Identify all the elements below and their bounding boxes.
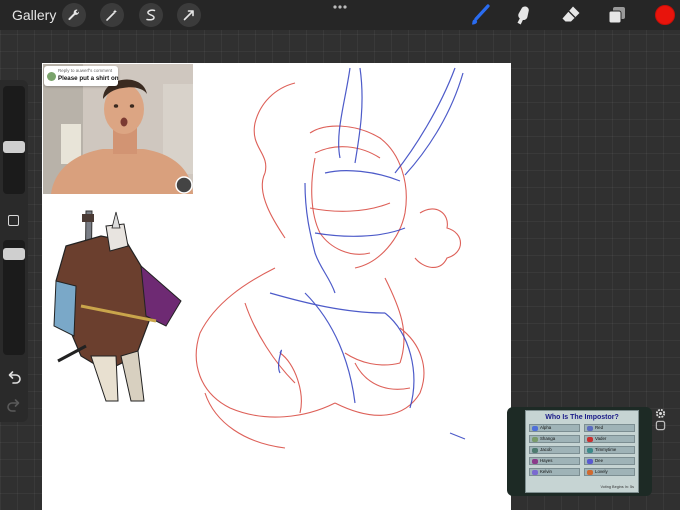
- commenter-avatar: [47, 72, 56, 81]
- opacity-thumb[interactable]: [3, 248, 25, 260]
- crewmate-icon: [532, 437, 538, 442]
- crewmate-icon: [532, 470, 538, 475]
- player-name: Jacob: [540, 447, 552, 452]
- character-reference-image: [53, 210, 182, 402]
- crewmate-icon: [532, 459, 538, 464]
- crewmate-icon: [587, 459, 593, 464]
- gear-icon[interactable]: [655, 408, 666, 419]
- player-slot: Kelvin: [529, 468, 580, 476]
- player-name: Lovely: [595, 469, 608, 474]
- brush-size-slider[interactable]: [3, 86, 25, 194]
- undo-icon[interactable]: [6, 370, 22, 384]
- player-name: Dee: [595, 458, 604, 463]
- smudge-icon[interactable]: [511, 3, 535, 27]
- layers-icon[interactable]: [605, 3, 629, 27]
- voting-timer: Voting Begins In: 5s: [600, 485, 634, 489]
- eraser-icon[interactable]: [559, 3, 583, 27]
- player-name: Kelvin: [540, 469, 552, 474]
- color-picker-button[interactable]: [655, 5, 675, 25]
- comment-reply-card: Reply to auwerf's comment Please put a s…: [44, 66, 119, 86]
- comment-subtitle: Reply to auwerf's comment: [58, 68, 113, 73]
- left-sidebar: [0, 80, 28, 422]
- player-slot: Alpha: [529, 424, 580, 432]
- player-name: Hayes: [540, 458, 553, 463]
- brush-size-thumb[interactable]: [3, 141, 25, 153]
- player-slot: Vader: [584, 435, 635, 443]
- player-slot: Dee: [584, 457, 635, 465]
- player-slot: Lovely: [584, 468, 635, 476]
- selection-icon[interactable]: [139, 3, 163, 27]
- crewmate-icon: [587, 470, 593, 475]
- voting-panel: Who Is The Impostor? Alpha Red Shanga Va…: [525, 410, 639, 493]
- crewmate-icon: [587, 437, 593, 442]
- chat-icon[interactable]: [655, 420, 666, 431]
- player-slot: Shanga: [529, 435, 580, 443]
- wrench-icon[interactable]: [62, 3, 86, 27]
- transform-arrow-icon[interactable]: [177, 3, 201, 27]
- crewmate-icon: [587, 448, 593, 453]
- brush-icon[interactable]: [468, 3, 492, 27]
- modify-button[interactable]: [8, 215, 19, 226]
- player-slot: Red: [584, 424, 635, 432]
- crewmate-icon: [532, 426, 538, 431]
- redo-icon[interactable]: [6, 398, 22, 412]
- game-screenshot-reference: Who Is The Impostor? Alpha Red Shanga Va…: [507, 407, 652, 496]
- player-name: Red: [595, 425, 604, 430]
- player-name: Timmytime: [595, 447, 617, 452]
- player-slot: Hayes: [529, 457, 580, 465]
- magic-wand-icon[interactable]: [100, 3, 124, 27]
- sketch-drawing: [195, 67, 466, 449]
- opacity-slider[interactable]: [3, 240, 25, 355]
- top-toolbar: Gallery: [0, 0, 680, 30]
- player-slot: Timmytime: [584, 446, 635, 454]
- crewmate-icon: [532, 448, 538, 453]
- player-slot: Jacob: [529, 446, 580, 454]
- more-options-icon[interactable]: [332, 3, 348, 11]
- voting-title: Who Is The Impostor?: [545, 414, 619, 421]
- player-name: Shanga: [540, 436, 556, 441]
- player-name: Vader: [595, 436, 607, 441]
- player-name: Alpha: [540, 425, 552, 430]
- crewmate-icon: [587, 426, 593, 431]
- comment-text: Please put a shirt on: [58, 75, 119, 82]
- gallery-button[interactable]: Gallery: [12, 7, 56, 23]
